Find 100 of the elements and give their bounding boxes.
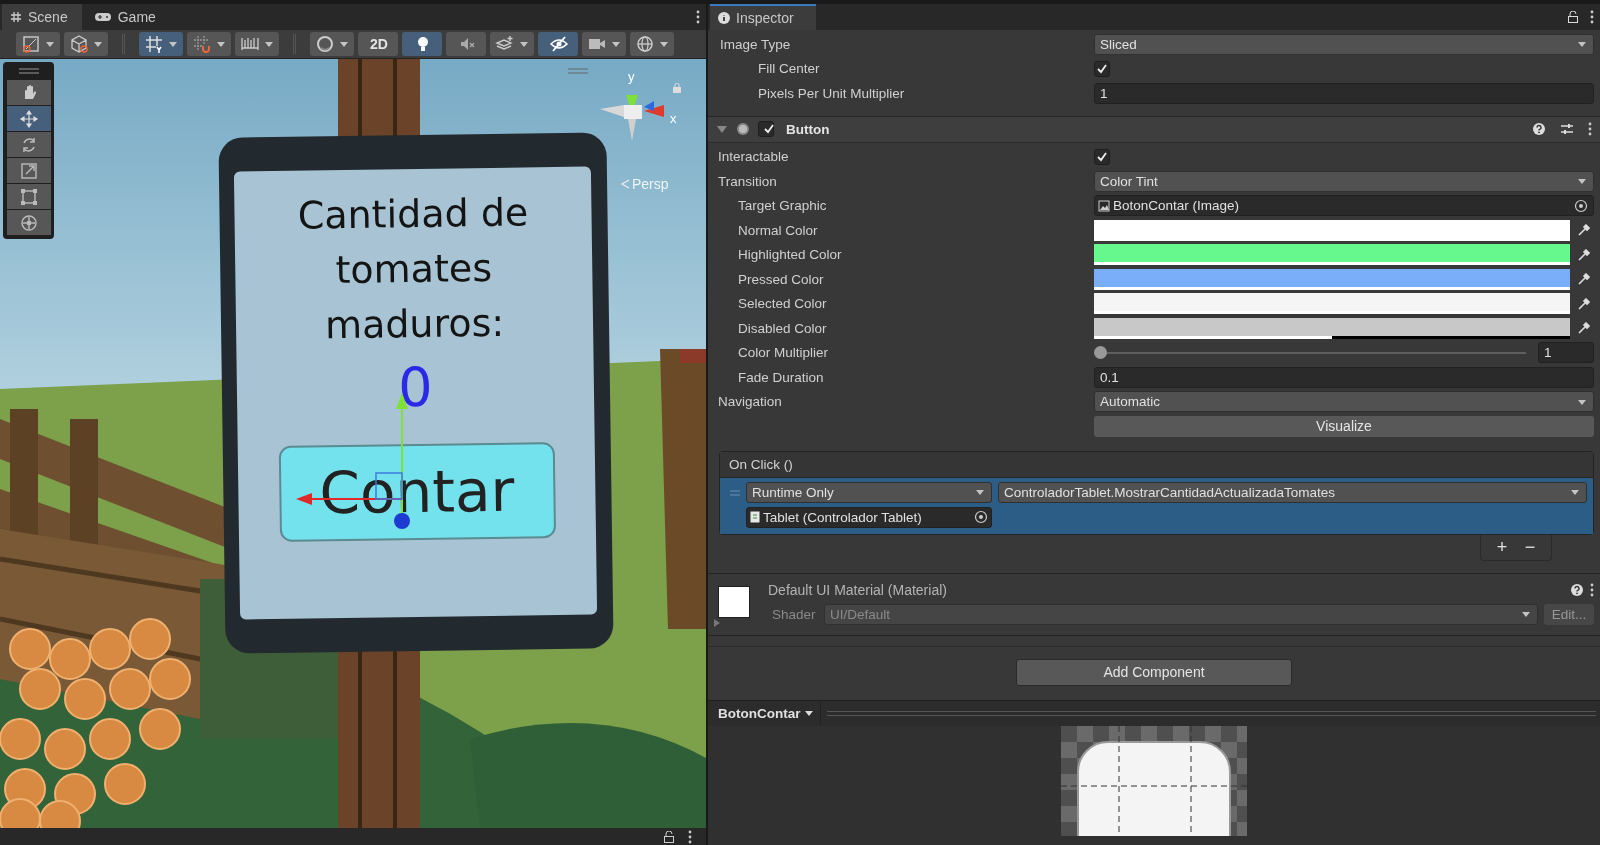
- image-icon: [1098, 199, 1110, 212]
- toolbar-button[interactable]: [64, 32, 108, 56]
- tool-button[interactable]: [6, 80, 51, 105]
- checkmark-icon: [1096, 62, 1108, 75]
- property-label: Disabled Color: [737, 320, 828, 336]
- color-field[interactable]: [1094, 293, 1570, 315]
- hash-icon: [10, 11, 22, 23]
- color-field[interactable]: [1094, 244, 1570, 266]
- dropdown[interactable]: Automatic: [1094, 391, 1594, 413]
- count-button[interactable]: Contar: [278, 442, 556, 542]
- toolbar-button[interactable]: [490, 32, 534, 56]
- component-header[interactable]: Button: [708, 115, 1600, 143]
- object-field[interactable]: Tablet (Controlador Tablet): [746, 506, 992, 528]
- number-field[interactable]: 0.1: [1094, 366, 1594, 388]
- toolbar-button[interactable]: [630, 32, 674, 56]
- hidden-eye-icon: [549, 34, 569, 54]
- toolbar-button[interactable]: [402, 32, 442, 56]
- more-icon: [1590, 10, 1594, 24]
- property-label: Pixels Per Unit Multiplier: [757, 85, 906, 101]
- toolbar-button[interactable]: [139, 32, 183, 56]
- checkbox[interactable]: [1094, 148, 1110, 165]
- property-label: Normal Color: [737, 222, 819, 238]
- add-component-button[interactable]: Add Component: [1016, 658, 1292, 686]
- color-field[interactable]: [1094, 317, 1570, 339]
- checkmark-icon: [1096, 150, 1108, 163]
- lock-icon: [673, 83, 681, 93]
- lock-icon: [664, 830, 674, 843]
- rect-tool-icon: [21, 34, 41, 54]
- dropdown[interactable]: Sliced: [1094, 33, 1594, 55]
- target-picker-icon: [974, 510, 988, 524]
- gamepad-icon: [93, 11, 112, 23]
- magnet-grid-icon: [192, 34, 212, 54]
- tool-button[interactable]: [6, 184, 51, 209]
- shading-sphere-icon: [315, 34, 335, 54]
- toolbar-button[interactable]: [582, 32, 626, 56]
- tool-button[interactable]: [6, 132, 51, 157]
- property-label: Shader: [771, 606, 817, 622]
- tool-button[interactable]: [6, 106, 51, 131]
- info-icon: [718, 12, 730, 24]
- toolbar-button[interactable]: [538, 32, 578, 56]
- tab[interactable]: Game: [85, 4, 170, 30]
- gizmo-globe-icon: [635, 34, 655, 54]
- checkbox[interactable]: [1094, 60, 1110, 77]
- checkbox[interactable]: [758, 121, 774, 137]
- tab[interactable]: Scene: [2, 4, 82, 30]
- toolbar-button[interactable]: [446, 32, 486, 56]
- listener-row[interactable]: Runtime Only ControladorTablet.MostrarCantidadActualizadaTomates Tablet (Controlador Tablet): [720, 477, 1593, 534]
- eyedropper-icon: [1578, 297, 1590, 310]
- property-label: Target Graphic: [737, 198, 828, 214]
- cube-icon: [69, 34, 89, 54]
- more-icon: [1590, 582, 1594, 597]
- property-label: Transition: [717, 173, 778, 189]
- property-label: Fill Center: [757, 61, 821, 77]
- axis-label: x: [670, 111, 677, 126]
- add-button[interactable]: +: [1495, 536, 1509, 558]
- dropdown[interactable]: Color Tint: [1094, 170, 1594, 192]
- inspector-tab[interactable]: Inspector: [710, 4, 816, 30]
- slider-thumb[interactable]: [1094, 345, 1107, 359]
- property-label: Image Type: [719, 36, 792, 52]
- object-field[interactable]: BotonContar (Image): [1094, 195, 1594, 217]
- visualize-button[interactable]: Visualize: [1094, 415, 1594, 437]
- toolbar-button[interactable]: [16, 32, 60, 56]
- color-field[interactable]: [1094, 268, 1570, 290]
- event-title: On Click (): [720, 451, 1593, 478]
- scale-icon: [18, 160, 39, 181]
- drag-handle-icon: [730, 489, 740, 496]
- tool-button[interactable]: [6, 158, 51, 183]
- lock-icon: [1568, 11, 1578, 23]
- property-label: Navigation: [717, 394, 783, 410]
- caret-icon: [804, 708, 815, 718]
- eyedropper-icon: [1578, 248, 1590, 261]
- dropdown[interactable]: ControladorTablet.MostrarCantidadActualizadaTomates: [998, 481, 1587, 503]
- dropdown[interactable]: Runtime Only: [746, 481, 992, 503]
- color-field[interactable]: [1094, 219, 1570, 241]
- chevron-icon: [620, 179, 630, 189]
- tomato-count: 0: [397, 355, 434, 421]
- material-name: Default UI Material (Material): [767, 581, 947, 598]
- eyedropper-icon: [1578, 322, 1590, 335]
- toggle-button[interactable]: 2D: [358, 32, 398, 56]
- toolbar-button[interactable]: [235, 32, 279, 56]
- script-icon: [750, 511, 760, 523]
- tablet-heading: Cantidad de tomates maduros:: [296, 189, 530, 350]
- property-label: Color Multiplier: [737, 345, 830, 361]
- remove-button[interactable]: −: [1523, 536, 1537, 558]
- number-field[interactable]: 1: [1094, 82, 1594, 104]
- tool-button[interactable]: [6, 210, 51, 235]
- property-label: Fade Duration: [737, 369, 825, 385]
- number-field[interactable]: 1: [1538, 342, 1594, 364]
- help-icon: [1570, 582, 1584, 597]
- property-label: Pressed Color: [737, 271, 825, 287]
- toolbar-button[interactable]: [310, 32, 354, 56]
- transform-all-icon: [18, 212, 39, 233]
- preview-dropdown[interactable]: BotonContar: [712, 700, 822, 726]
- target-picker-icon: [1574, 198, 1588, 213]
- sliders-icon: [1560, 122, 1574, 136]
- more-icon: [688, 829, 692, 844]
- axis-label: y: [628, 69, 635, 84]
- grid-snap-icon: [144, 34, 164, 54]
- checkmark-icon: [763, 123, 775, 135]
- drag-handle-icon: [18, 68, 39, 74]
